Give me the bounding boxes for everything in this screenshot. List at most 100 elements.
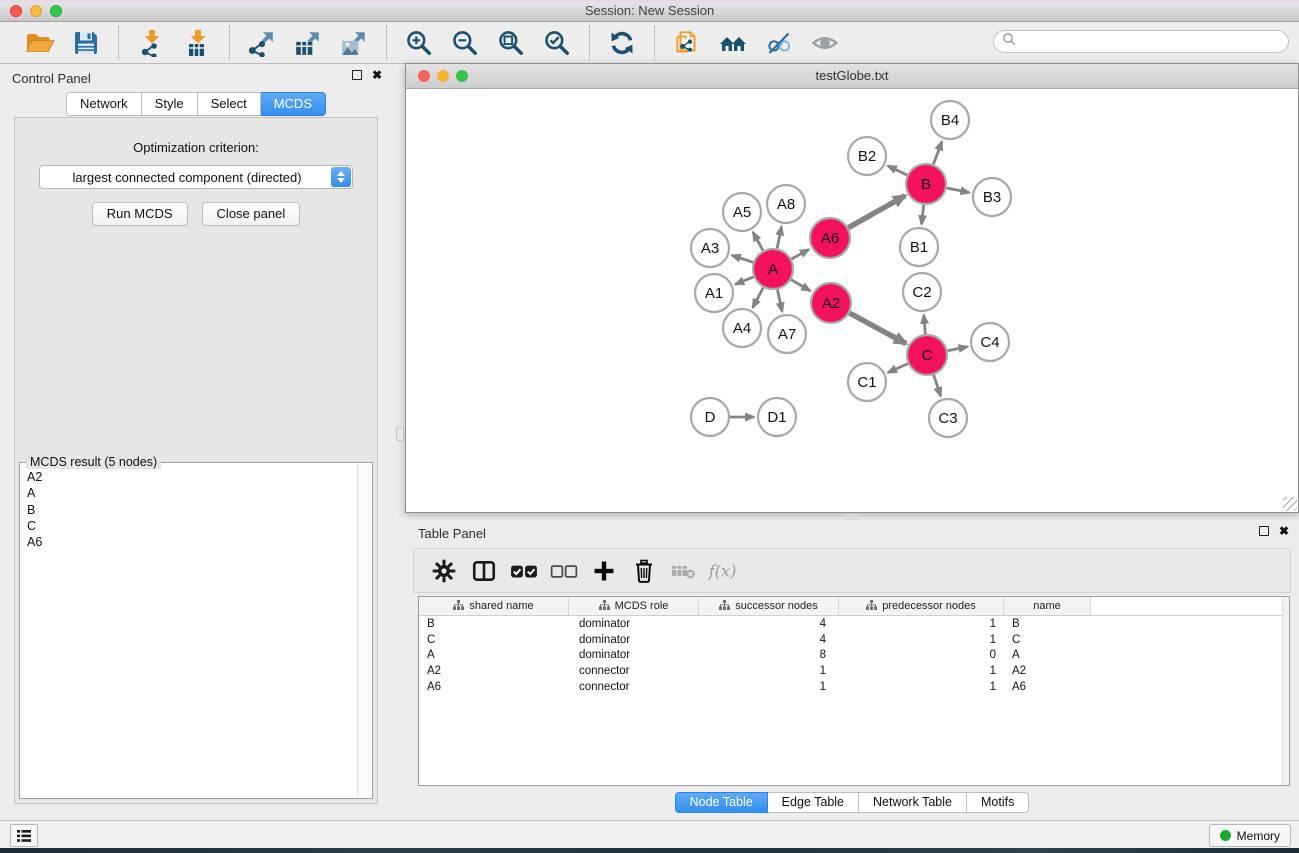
split-view-icon[interactable] (466, 554, 502, 588)
node-A8[interactable]: A8 (767, 185, 805, 223)
node-D[interactable]: D (691, 398, 729, 436)
edge-C-C2[interactable] (924, 315, 926, 334)
edge-C-C1[interactable] (888, 364, 908, 373)
deselect-all-icon[interactable] (546, 554, 582, 588)
tab-select[interactable]: Select (198, 92, 261, 116)
node-A1[interactable]: A1 (695, 274, 733, 312)
node-B[interactable]: B (906, 164, 946, 204)
tab-node-table[interactable]: Node Table (675, 792, 768, 813)
table-row[interactable]: Cdominator41C (419, 632, 1289, 648)
open-folder-icon[interactable] (20, 26, 60, 60)
save-session-icon[interactable] (66, 26, 106, 60)
edge-A-A7[interactable] (777, 290, 782, 312)
eye-icon[interactable] (805, 26, 845, 60)
edge-B-B3[interactable] (947, 188, 970, 192)
node-A2[interactable]: A2 (811, 283, 851, 323)
settings-gear-icon[interactable] (426, 554, 462, 588)
edge-A6-B[interactable] (848, 196, 905, 228)
node-B3[interactable]: B3 (973, 178, 1011, 216)
column-header-shared-name[interactable]: shared name (419, 597, 569, 615)
node-B2[interactable]: B2 (848, 137, 886, 175)
node-A7[interactable]: A7 (768, 315, 806, 353)
node-A4[interactable]: A4 (723, 309, 761, 347)
graphics-details-icon[interactable] (759, 26, 799, 60)
close-panel-icon[interactable]: ✖ (372, 70, 382, 80)
network-from-selection-icon[interactable] (667, 26, 707, 60)
table-row[interactable]: A6connector11A6 (419, 679, 1289, 695)
edge-C-C4[interactable] (948, 347, 968, 351)
task-history-button[interactable] (10, 824, 38, 847)
mcds-result-item[interactable]: A2 (24, 469, 354, 485)
edge-A-A8[interactable] (777, 227, 781, 249)
export-network-icon[interactable] (242, 26, 282, 60)
table-row[interactable]: A2connector11A2 (419, 663, 1289, 679)
node-B1[interactable]: B1 (900, 228, 938, 266)
select-all-icon[interactable] (506, 554, 542, 588)
tab-network[interactable]: Network (66, 92, 142, 116)
tab-network-table[interactable]: Network Table (859, 792, 967, 813)
tab-style[interactable]: Style (142, 92, 198, 116)
mcds-result-item[interactable]: A6 (24, 534, 354, 550)
node-A5[interactable]: A5 (723, 193, 761, 231)
criterion-dropdown[interactable]: largest connected component (directed) (39, 165, 353, 189)
mcds-result-item[interactable]: A (24, 485, 354, 501)
export-image-icon[interactable] (334, 26, 374, 60)
column-header-predecessor-nodes[interactable]: predecessor nodes (839, 597, 1004, 615)
search-field[interactable] (993, 30, 1289, 53)
node-table[interactable]: shared nameMCDS rolesuccessor nodesprede… (418, 596, 1290, 786)
table-row[interactable]: Adominator80A (419, 648, 1289, 664)
edge-A-A3[interactable] (732, 255, 753, 262)
edge-A2-C[interactable] (849, 313, 905, 344)
network-canvas[interactable]: B4 B2 B B3 A8A5 A6 B1 A3 A C2 A1 A2 A4A7 C4 C C1 C3 D D1 (406, 89, 1298, 512)
tab-edge-table[interactable]: Edge Table (768, 792, 859, 813)
node-C4[interactable]: C4 (971, 323, 1009, 361)
window-resize-grip[interactable] (1283, 497, 1297, 511)
tab-motifs[interactable]: Motifs (967, 792, 1029, 813)
node-A[interactable]: A (753, 249, 793, 289)
search-input[interactable] (1016, 35, 1280, 49)
node-C[interactable]: C (907, 335, 947, 375)
run-mcds-button[interactable]: Run MCDS (92, 202, 188, 226)
node-C3[interactable]: C3 (929, 399, 967, 437)
edge-C-C3[interactable] (934, 375, 941, 396)
zoom-in-icon[interactable] (399, 26, 439, 60)
table-scrollbar[interactable] (1282, 597, 1289, 785)
edge-A-A6[interactable] (791, 249, 808, 259)
float-panel-icon[interactable] (352, 70, 362, 80)
add-column-icon[interactable] (586, 554, 622, 588)
refresh-layout-icon[interactable] (602, 26, 642, 60)
zoom-selected-icon[interactable] (537, 26, 577, 60)
node-A6[interactable]: A6 (810, 218, 850, 258)
node-C1[interactable]: C1 (848, 363, 886, 401)
close-panel-button[interactable]: Close panel (202, 202, 301, 226)
mcds-result-item[interactable]: C (24, 518, 354, 534)
column-header-successor-nodes[interactable]: successor nodes (699, 597, 839, 615)
edge-B-B4[interactable] (933, 142, 942, 165)
edge-A-A4[interactable] (753, 288, 764, 308)
node-C2[interactable]: C2 (903, 273, 941, 311)
edge-A-A5[interactable] (753, 232, 763, 250)
delete-column-icon[interactable] (626, 554, 662, 588)
mcds-result-scrollbar[interactable] (357, 464, 371, 797)
edge-A-A2[interactable] (791, 280, 810, 291)
table-float-panel-icon[interactable] (1259, 526, 1269, 536)
mcds-result-list[interactable]: A2ABCA6 (24, 469, 354, 794)
node-B4[interactable]: B4 (931, 101, 969, 139)
column-header-MCDS-role[interactable]: MCDS role (569, 597, 699, 615)
table-row[interactable]: Bdominator41B (419, 616, 1289, 632)
tab-mcds[interactable]: MCDS (261, 92, 326, 116)
edge-A-A1[interactable] (735, 277, 753, 284)
network-window-titlebar[interactable]: testGlobe.txt (406, 64, 1298, 89)
memory-button[interactable]: Memory (1209, 824, 1291, 847)
column-header-name[interactable]: name (1004, 597, 1091, 615)
import-network-icon[interactable] (131, 26, 171, 60)
node-A3[interactable]: A3 (691, 229, 729, 267)
network-vertical-scroll-thumb[interactable] (396, 427, 404, 441)
edge-B-B1[interactable] (922, 205, 924, 224)
node-D1[interactable]: D1 (758, 398, 796, 436)
export-table-icon[interactable] (288, 26, 328, 60)
zoom-fit-icon[interactable] (491, 26, 531, 60)
import-table-icon[interactable] (177, 26, 217, 60)
mcds-result-item[interactable]: B (24, 502, 354, 518)
zoom-out-icon[interactable] (445, 26, 485, 60)
